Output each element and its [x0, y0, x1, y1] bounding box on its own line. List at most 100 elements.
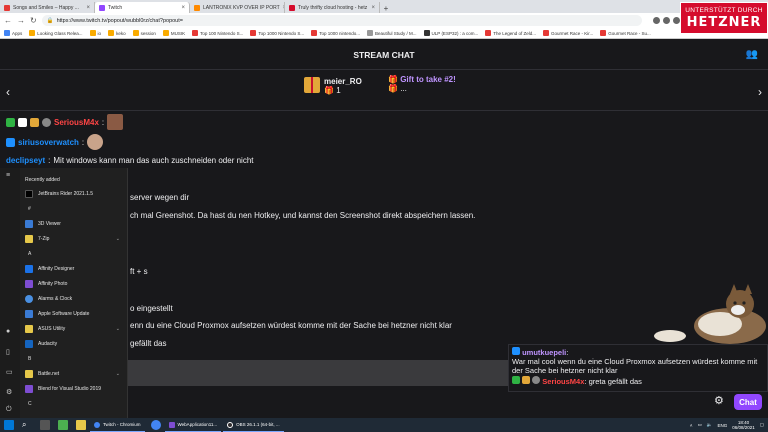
pictures-icon[interactable]: ▭ — [6, 368, 14, 376]
url-text: https://www.twitch.tv/popout/wubbl0rz/ch… — [56, 17, 183, 24]
gift-icon — [304, 77, 320, 93]
chat-username[interactable]: declipseyt — [6, 156, 45, 165]
gear-icon[interactable]: ⚙ — [714, 394, 724, 407]
system-tray: ˄ ▭ 🔈 ENG 18:40 06/08/2021 ▢ — [690, 418, 764, 432]
start-menu-letter[interactable]: B — [28, 356, 31, 362]
badge-icon — [522, 376, 531, 384]
browser-tab-active[interactable]: Twitch × — [95, 2, 190, 13]
gift-goal[interactable]: 🎁 Gift to take #2! 🎁 ... — [388, 75, 456, 93]
extension-icon[interactable] — [652, 17, 660, 24]
bookmark[interactable]: Beautiful Study / M... — [366, 30, 417, 36]
start-menu-item[interactable]: Affinity Designer — [22, 263, 126, 275]
start-menu-letter[interactable]: A — [28, 251, 31, 257]
hamburger-icon[interactable]: ≡ — [6, 172, 14, 179]
app-icon — [25, 385, 33, 393]
extension-icon[interactable] — [662, 17, 670, 24]
gift-small-icon: 🎁 — [324, 86, 334, 95]
close-icon[interactable]: × — [371, 5, 375, 11]
start-menu-letter[interactable]: # — [28, 206, 31, 212]
browser-tab[interactable]: LANTRONIX KVP OVER IP PORT× — [190, 2, 285, 13]
chat-input[interactable] — [128, 360, 508, 386]
chevron-up-icon[interactable]: ˄ — [690, 423, 693, 428]
search-icon[interactable]: ⌕ — [22, 420, 32, 430]
chevron-down-icon: ⌄ — [115, 236, 120, 242]
badge-icon — [532, 376, 541, 384]
start-menu-item[interactable]: Apple Software Update — [22, 308, 126, 320]
bookmark[interactable]: Gourmet Race - Su... — [600, 30, 651, 36]
network-icon[interactable]: ▭ — [698, 422, 702, 428]
folder-icon[interactable] — [76, 420, 86, 430]
start-menu-item[interactable]: Alarms & Clock — [22, 293, 126, 305]
start-menu-folder[interactable]: 7-Zip ⌄ — [22, 233, 126, 245]
settings-icon[interactable]: ⚙ — [6, 388, 14, 396]
taskbar-app[interactable]: Twitch - Chromium — [90, 418, 145, 432]
chat-message: siriusoverwatch: — [6, 134, 104, 150]
gift-leaderboard[interactable]: meier_RO 🎁 1 — [304, 77, 362, 95]
bookmark[interactable]: Gourmet Race - Kir... — [542, 30, 593, 36]
users-icon[interactable]: 👥 — [746, 49, 758, 60]
reload-icon[interactable]: ↻ — [30, 16, 37, 25]
close-icon[interactable]: × — [86, 5, 90, 11]
chat-overlay-popup: umutkuepeli: War mal cool wenn du eine C… — [508, 344, 768, 392]
browser-tab[interactable]: Songs and Smiles – Happy ... × — [0, 2, 95, 13]
extension-icon[interactable] — [672, 17, 680, 24]
start-menu-header: Recently added — [25, 177, 60, 183]
browser-tab[interactable]: Truly thrifty cloud hosting - hetz × — [285, 2, 380, 13]
bookmark[interactable]: The Legend of Zeld... — [485, 30, 536, 36]
bookmark[interactable]: session — [132, 30, 156, 36]
start-menu-item[interactable]: Affinity Photo — [22, 278, 126, 290]
popup-username: SeriousM4x — [542, 377, 585, 386]
new-tab-button[interactable]: + — [380, 4, 392, 13]
app-icon — [25, 220, 33, 228]
start-menu-item[interactable]: Blend for Visual Studio 2019 — [22, 383, 126, 395]
bookmark[interactable]: Top 1000 nintendo... — [311, 30, 360, 36]
sponsor-text: UNTERSTÜTZT DURCH — [685, 7, 763, 14]
chevron-left-icon[interactable]: ‹ — [6, 85, 10, 99]
chat-header: STREAM CHAT 👥 — [0, 40, 768, 70]
emote-icon — [87, 134, 104, 150]
taskview-icon[interactable] — [40, 420, 50, 430]
language-indicator[interactable]: ENG — [717, 423, 727, 428]
volume-icon[interactable]: 🔈 — [707, 422, 713, 428]
back-icon[interactable]: ← — [4, 16, 12, 25]
start-menu-item[interactable]: Audacity — [22, 338, 126, 350]
bookmark[interactable]: keko — [108, 30, 126, 36]
chevron-right-icon[interactable]: › — [758, 85, 762, 99]
bookmark[interactable]: Top 1000 Nintendo S... — [250, 30, 304, 36]
bookmark[interactable]: Apps — [4, 30, 22, 36]
bookmark[interactable]: MUSIK — [162, 30, 185, 36]
chat-send-button[interactable]: Chat — [734, 394, 762, 410]
bookmark[interactable]: Top 100 Nintendo S... — [192, 30, 243, 36]
close-icon[interactable]: × — [181, 5, 185, 11]
start-menu-item[interactable]: 3D Viewer — [22, 218, 126, 230]
start-menu-letter[interactable]: C — [28, 401, 32, 407]
forward-icon[interactable]: → — [17, 16, 25, 25]
bookmark[interactable]: io — [89, 30, 101, 36]
user-icon[interactable]: ● — [6, 328, 14, 335]
url-bar[interactable]: 🔒 https://www.twitch.tv/popout/wubbl0rz/c… — [41, 15, 642, 26]
bookmark[interactable]: ULP (ESP32) : a com... — [423, 30, 478, 36]
chat-username[interactable]: siriusoverwatch — [18, 138, 79, 147]
windows-start-icon[interactable] — [4, 420, 14, 430]
taskbar-app[interactable]: OBS 26.1.1 (64-bit, ... — [223, 418, 284, 432]
bookmark[interactable]: Looking Glass Relea... — [29, 30, 83, 36]
browser-icon[interactable] — [150, 420, 161, 430]
app-icon[interactable] — [58, 420, 68, 430]
address-toolbar: ← → ↻ 🔒 https://www.twitch.tv/popout/wubb… — [0, 13, 768, 28]
bookmarks-bar: Apps Looking Glass Relea... io keko sess… — [0, 28, 768, 39]
power-icon[interactable]: ⏻ — [6, 406, 14, 413]
start-menu-item[interactable]: JetBrains Rider 2021.1.5 — [22, 188, 126, 200]
document-icon[interactable]: ▯ — [6, 348, 14, 356]
chat-text: server wegen dir — [130, 193, 190, 202]
start-menu-folder[interactable]: ASUS Utility ⌄ — [22, 323, 126, 335]
tab-favicon — [99, 4, 105, 11]
popup-text: War mal cool wenn du eine Cloud Proxmox … — [512, 357, 758, 375]
chat-title: STREAM CHAT — [353, 49, 415, 60]
gift-bar: ‹ meier_RO 🎁 1 🎁 Gift to take #2! 🎁 ... … — [0, 71, 768, 111]
start-menu-rail: ≡ ● ▯ ▭ ⚙ ⏻ — [0, 168, 20, 418]
notifications-icon[interactable]: ▢ — [760, 422, 764, 428]
clock[interactable]: 18:40 06/08/2021 — [732, 420, 755, 430]
chat-username[interactable]: SeriousM4x — [54, 118, 99, 127]
taskbar-app[interactable]: WebApplication11... — [164, 418, 222, 432]
start-menu-folder[interactable]: Battle.net ⌄ — [22, 368, 126, 380]
